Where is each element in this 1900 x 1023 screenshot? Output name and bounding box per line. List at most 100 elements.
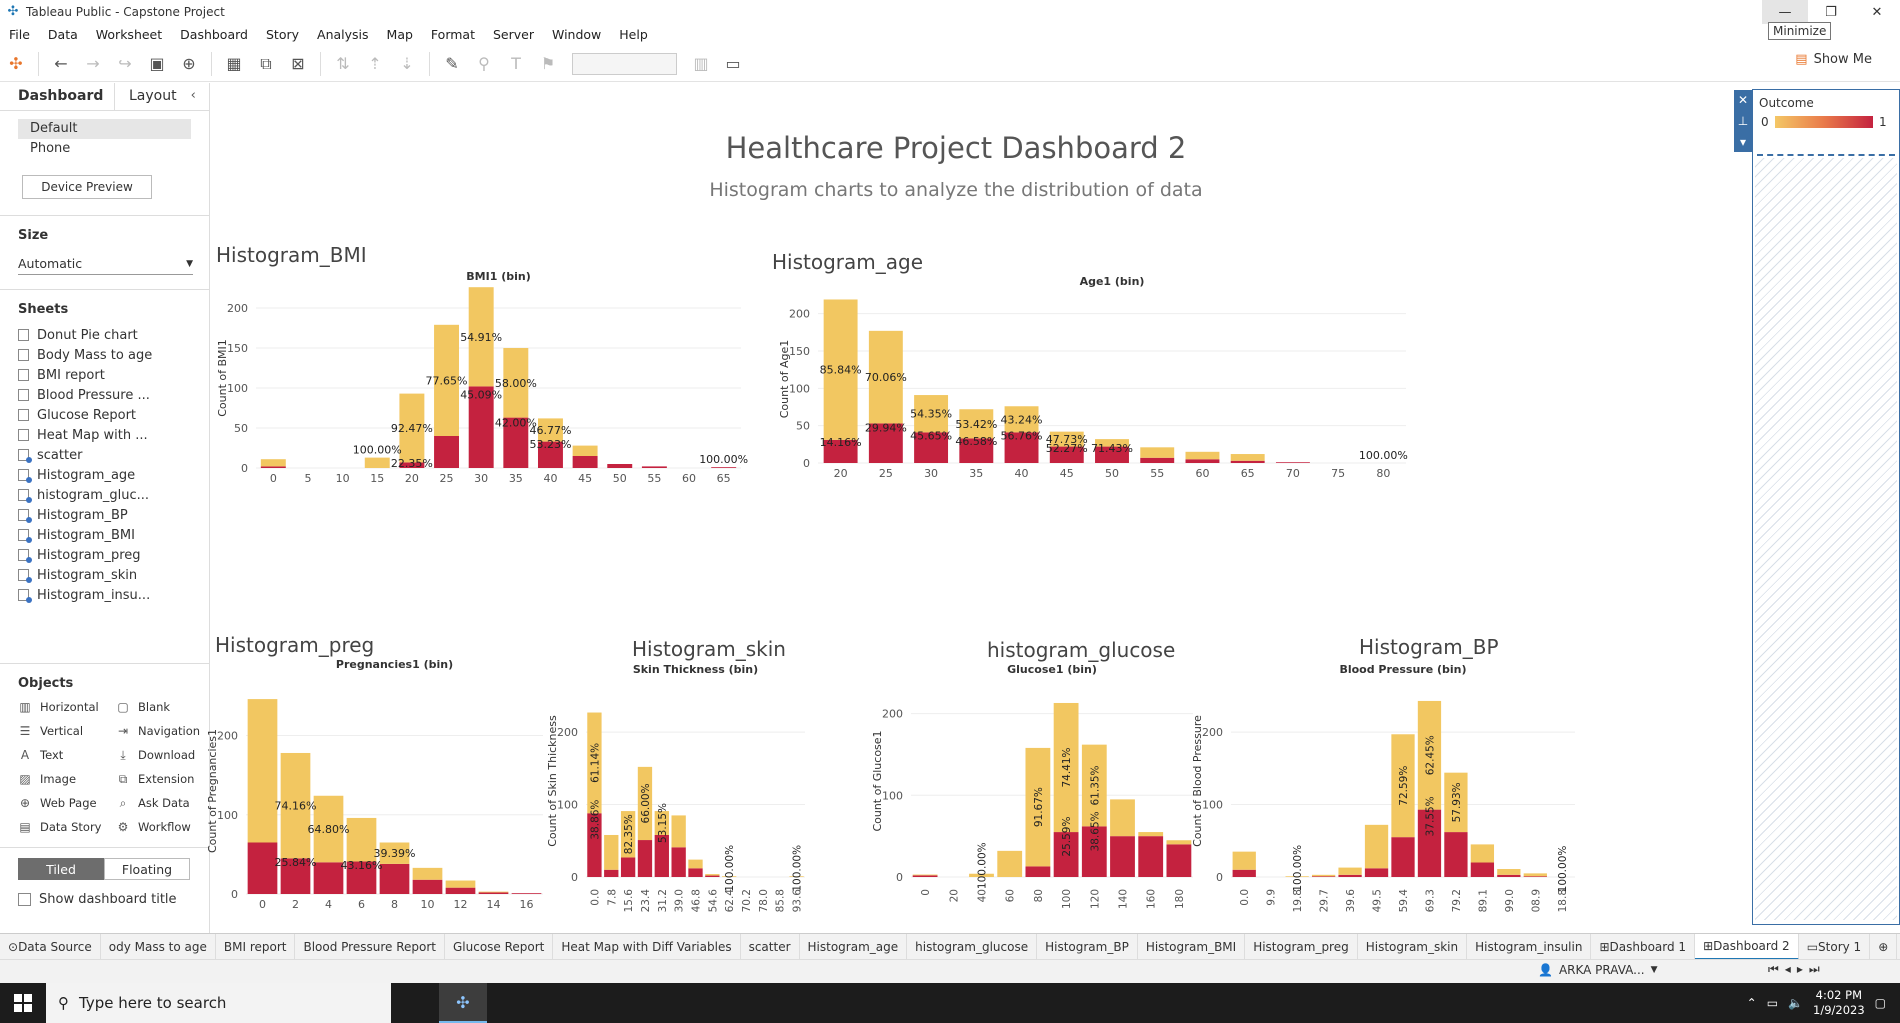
bar-outcome-0[interactable] [997, 850, 1023, 877]
object-image[interactable]: ▨ Image [18, 769, 116, 789]
bar-outcome-1[interactable] [620, 857, 636, 877]
label-icon[interactable]: T [503, 51, 529, 77]
bar-outcome-1[interactable] [1497, 874, 1521, 877]
sheet-tab[interactable]: Glucose Report [445, 934, 554, 959]
tableau-taskbar-icon[interactable]: ✣ [439, 983, 487, 1023]
remove-legend-icon[interactable]: ✕ [1738, 93, 1748, 107]
bar-outcome-0[interactable] [1523, 873, 1547, 877]
sheet-tab[interactable]: ody Mass to age [101, 934, 216, 959]
bar-outcome-0[interactable] [1185, 451, 1220, 460]
chart-svg[interactable]: Blood Pressure (bin)Count of Blood Press… [1191, 663, 1581, 919]
swap-icon[interactable]: ⇅ [330, 51, 356, 77]
sheet-item[interactable]: Body Mass to age [0, 345, 209, 365]
sheet-tab[interactable]: Blood Pressure Report [295, 934, 445, 959]
fit-select[interactable] [572, 52, 677, 75]
bar-outcome-1[interactable] [705, 875, 720, 877]
chart-svg[interactable]: Pregnancies1 (bin) Count of Pregnancies1 0… [196, 658, 551, 924]
floating-button[interactable]: Floating [104, 858, 190, 880]
bar-outcome-0[interactable] [1311, 874, 1336, 877]
group-icon[interactable]: ⚲ [471, 51, 497, 77]
bar-outcome-0[interactable] [604, 834, 619, 870]
chevron-up-icon[interactable]: ⌃ [1747, 996, 1757, 1010]
chart-histogram_age[interactable]: Age1 (bin) Count of Age1 0 50 100 150 200 20 25 3… [773, 275, 1416, 501]
menu-data[interactable]: Data [39, 27, 87, 42]
menu-server[interactable]: Server [484, 27, 543, 42]
notifications-icon[interactable]: ▢ [1875, 996, 1886, 1010]
sheet-tab[interactable]: Heat Map with Diff Variables [553, 934, 741, 959]
sheet-item[interactable]: histogram_gluc... [0, 485, 209, 505]
bar-outcome-0[interactable] [1138, 832, 1164, 837]
sheet-tab[interactable]: histogram_glucose [907, 934, 1038, 959]
bar-outcome-1[interactable] [1470, 862, 1495, 877]
save-icon[interactable]: ▣ [144, 51, 170, 77]
close-button[interactable]: ✕ [1854, 0, 1900, 24]
bar-outcome-1[interactable] [1025, 866, 1051, 877]
sheet-tab[interactable]: scatter [741, 934, 800, 959]
menu-analysis[interactable]: Analysis [308, 27, 378, 42]
bar-outcome-1[interactable] [688, 868, 703, 877]
object-horizontal[interactable]: ▥ Horizontal [18, 697, 116, 717]
sheet-tab[interactable]: Histogram_skin [1358, 934, 1468, 959]
bar-outcome-0[interactable] [1364, 824, 1389, 869]
clock[interactable]: 4:02 PM 1/9/2023 [1813, 988, 1865, 1018]
chart-histogram_skin[interactable]: Skin Thickness (bin) Count of Skin Thickn… [531, 663, 809, 913]
sheet-item[interactable]: Histogram_BP [0, 505, 209, 525]
windows-start-icon[interactable] [0, 983, 46, 1023]
sheet-item[interactable]: Histogram_age [0, 465, 209, 485]
legend-menu-icon[interactable]: ▾ [1740, 135, 1746, 149]
chart-histogram_glucose[interactable]: Glucose1 (bin) Count of Glucose1 0 100 200 0 2… [851, 663, 1201, 913]
bar-outcome-0[interactable] [671, 815, 686, 848]
bar-outcome-1[interactable] [641, 466, 667, 468]
sheet-tab[interactable]: Histogram_preg [1245, 934, 1358, 959]
show-title-checkbox[interactable] [18, 893, 31, 906]
tab-dashboard[interactable]: Dashboard [0, 83, 115, 110]
sheet-tab[interactable]: ⊞ Dashboard 2 [1695, 934, 1799, 959]
device-preview-button[interactable]: Device Preview [22, 175, 152, 199]
sheet-tab[interactable]: ⊙ Data Source [0, 934, 101, 959]
object-text[interactable]: A Text [18, 745, 116, 765]
device-default[interactable]: Default [18, 119, 191, 139]
object-web-page[interactable]: ⊕ Web Page [18, 793, 116, 813]
new-datasource-icon[interactable]: ⊕ [176, 51, 202, 77]
back-icon[interactable]: ← [48, 51, 74, 77]
bar-outcome-1[interactable] [671, 847, 686, 877]
bar-outcome-0[interactable] [912, 874, 938, 876]
sheet-item[interactable]: scatter [0, 445, 209, 465]
bar-outcome-0[interactable] [688, 859, 703, 869]
bar-outcome-1[interactable] [912, 875, 938, 877]
object-data-story[interactable]: ▤ Data Story [18, 817, 116, 837]
bar-outcome-1[interactable] [1166, 844, 1192, 877]
bar-outcome-1[interactable] [247, 842, 278, 895]
bar-outcome-1[interactable] [412, 879, 443, 894]
taskbar-search[interactable]: ⚲ Type here to search [46, 983, 391, 1023]
menu-dashboard[interactable]: Dashboard [171, 27, 257, 42]
bar-outcome-1[interactable] [478, 892, 509, 894]
volume-icon[interactable]: 🔈 [1788, 996, 1803, 1010]
bar-outcome-1[interactable] [1230, 460, 1265, 463]
sort-asc-icon[interactable]: ⇡ [362, 51, 388, 77]
bar-outcome-0[interactable] [1338, 867, 1362, 875]
bar-outcome-1[interactable] [711, 467, 737, 468]
bar-outcome-1[interactable] [1364, 868, 1389, 877]
menu-window[interactable]: Window [543, 27, 610, 42]
sheet-tab[interactable]: Histogram_BMI [1138, 934, 1246, 959]
sheet-item[interactable]: Histogram_preg [0, 545, 209, 565]
pin-icon[interactable]: ⚑ [535, 51, 561, 77]
bar-outcome-1[interactable] [607, 464, 633, 468]
chart-histogram_bmi[interactable]: BMI1 (bin) Count of BMI1 0 50 100 150 200 0 5 10 1… [201, 270, 761, 508]
bar-outcome-1[interactable] [1110, 836, 1135, 877]
sheet-item[interactable]: Glucose Report [0, 405, 209, 425]
menu-file[interactable]: File [0, 27, 39, 42]
show-me-button[interactable]: ▤ Show Me [1795, 52, 1872, 67]
tableau-home-icon[interactable]: ✣ [3, 51, 29, 77]
bar-outcome-1[interactable] [445, 887, 476, 894]
bar-outcome-1[interactable] [434, 436, 460, 468]
bar-outcome-1[interactable] [637, 840, 653, 877]
show-title-row[interactable]: Show dashboard title [18, 892, 209, 907]
sheet-item[interactable]: Histogram_insu... [0, 585, 209, 605]
sheet-tab[interactable]: ⊞ Dashboard 1 [1591, 934, 1696, 959]
chart-svg[interactable]: BMI1 (bin)Count of BMI10501001502000 5 10 1… [201, 270, 761, 508]
new-worksheet-icon[interactable]: ⊕ [1870, 934, 1898, 959]
bar-outcome-0[interactable] [412, 867, 443, 880]
minimize-button[interactable]: — [1762, 0, 1808, 24]
